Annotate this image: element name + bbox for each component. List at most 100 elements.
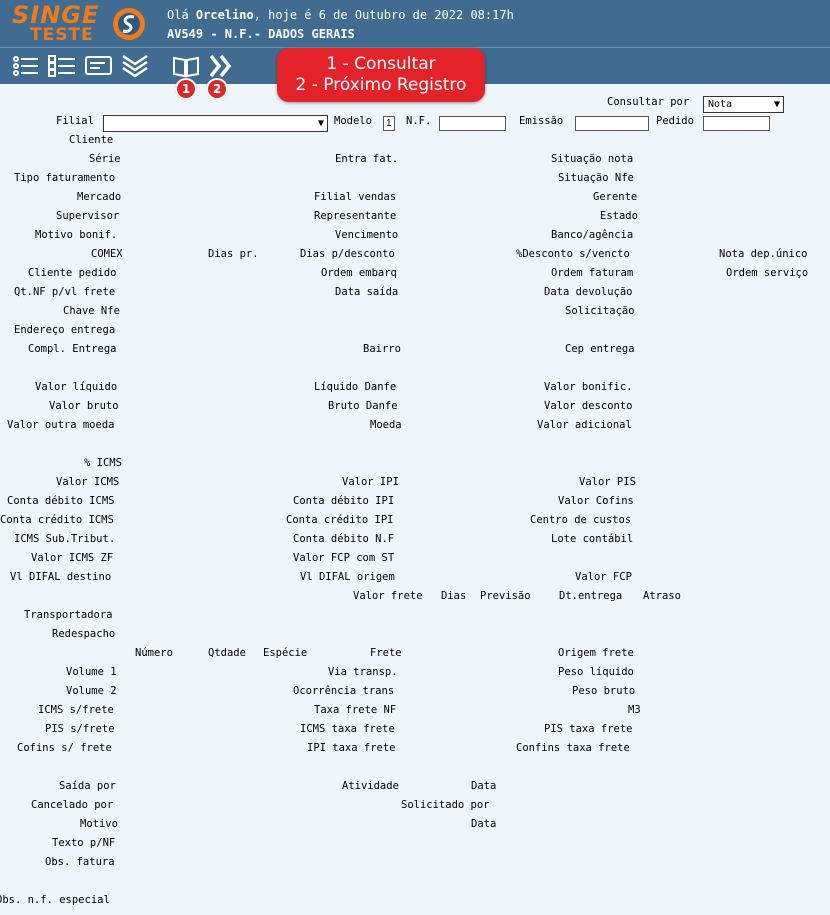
label-conta-debito-nf: Conta débito N.F xyxy=(293,533,395,545)
label-m3: M3 xyxy=(628,704,641,716)
label-cep-entrega: Cep entrega xyxy=(565,343,635,355)
emissao-label: Emissão xyxy=(519,115,564,127)
label-valor-liquido: Valor líquido xyxy=(35,381,118,393)
book-icon[interactable] xyxy=(172,54,200,78)
label-texto-nf: Texto p/NF xyxy=(52,837,116,849)
label-especie: Espécie xyxy=(263,647,308,659)
label-volume1: Volume 1 xyxy=(66,666,117,678)
label-representante: Representante xyxy=(314,210,397,222)
label-cofins-frete: Cofins s/ frete xyxy=(17,742,112,754)
label-data2: Data xyxy=(471,818,497,830)
screen-title: AV549 - N.F.- DADOS GERAIS xyxy=(167,27,355,41)
label-saida-por: Saída por xyxy=(59,780,116,792)
label-bairro: Bairro xyxy=(363,343,401,355)
label-pis-frete: PIS s/frete xyxy=(45,723,115,735)
label-nota-dep-unico: Nota dep.único xyxy=(719,248,808,260)
label-valor-bruto: Valor bruto xyxy=(49,400,119,412)
label-mercado: Mercado xyxy=(77,191,122,203)
callout-line2: 2 - Próximo Registro xyxy=(295,75,467,95)
label-estado: Estado xyxy=(600,210,638,222)
label-data-saida: Data saída xyxy=(335,286,399,298)
label-dt-entrega: Dt.entrega xyxy=(559,590,623,602)
cliente-label: Cliente xyxy=(69,134,114,146)
greeting-text: Olá Orcelino, hoje é 6 de Outubro de 202… xyxy=(167,8,514,22)
label-transportadora: Transportadora xyxy=(24,609,113,621)
label-numero: Número xyxy=(135,647,173,659)
label-icms-sub-tribut: ICMS Sub.Tribut. xyxy=(14,533,116,545)
label-valor-outra-moeda: Valor outra moeda xyxy=(7,419,115,431)
pedido-label: Pedido xyxy=(656,115,694,127)
label-valor-fcp-st: Valor FCP com ST xyxy=(293,552,395,564)
label-motivo-bonif: Motivo bonif. xyxy=(35,229,118,241)
label-obs-nf-especial: Obs. n.f. especial xyxy=(0,894,110,906)
annotation-callout: 1 - Consultar 2 - Próximo Registro xyxy=(277,48,485,102)
label-data-devolucao: Data devolução xyxy=(544,286,633,298)
label-valor-adicional: Valor adicional xyxy=(537,419,632,431)
label-via-transp: Via transp. xyxy=(328,666,398,678)
label-solicitacao: Solicitação xyxy=(565,305,635,317)
label-comex: COMEX xyxy=(91,248,123,260)
label-bruto-danfe: Bruto Danfe xyxy=(328,400,398,412)
label-serie: Série xyxy=(89,153,121,165)
label-atraso: Atraso xyxy=(643,590,681,602)
label-situacao-nota: Situação nota xyxy=(551,153,634,165)
list-icon[interactable] xyxy=(12,54,40,78)
pedido-field[interactable] xyxy=(703,116,770,131)
card-icon[interactable] xyxy=(85,54,113,78)
label-icms-taxa-frete: ICMS taxa frete xyxy=(300,723,395,735)
badge-consultar: 1 xyxy=(175,78,197,100)
label-dias: Dias xyxy=(441,590,467,602)
label-ordem-embarq: Ordem embarq xyxy=(321,267,397,279)
label-valor-desconto: Valor desconto xyxy=(544,400,633,412)
label-banco-agencia: Banco/agência xyxy=(551,229,634,241)
filial-select[interactable]: ▼ xyxy=(103,115,328,132)
label-compl-entrega: Compl. Entrega xyxy=(28,343,117,355)
label-lote-contabil: Lote contábil xyxy=(551,533,634,545)
label-ipi-taxa-frete: IPI taxa frete xyxy=(307,742,396,754)
label-pct-icms: % ICMS xyxy=(84,457,122,469)
label-entra-fat: Entra fat. xyxy=(335,153,399,165)
label-data1: Data xyxy=(471,780,497,792)
label-dias-pr: Dias pr. xyxy=(208,248,259,260)
label-peso-liquido: Peso líquido xyxy=(558,666,634,678)
label-supervisor: Supervisor xyxy=(56,210,120,222)
emissao-field[interactable] xyxy=(575,116,649,131)
label-filial-vendas: Filial vendas xyxy=(314,191,397,203)
label-motivo: Motivo xyxy=(80,818,118,830)
label-tipo-faturamento: Tipo faturamento xyxy=(14,172,116,184)
label-atividade: Atividade xyxy=(342,780,399,792)
label-liquido-danfe: Líquido Danfe xyxy=(314,381,397,393)
label-pis-taxa-frete: PIS taxa frete xyxy=(544,723,633,735)
next-icon[interactable] xyxy=(207,54,235,78)
label-moeda: Moeda xyxy=(370,419,402,431)
label-dias-desconto: Dias p/desconto xyxy=(300,248,395,260)
label-endereco-entrega: Endereço entrega xyxy=(14,324,116,336)
label-vencimento: Vencimento xyxy=(335,229,399,241)
label-valor-ipi: Valor IPI xyxy=(342,476,399,488)
label-confins-taxa-frete: Confins taxa frete xyxy=(516,742,630,754)
label-conta-debito-ipi: Conta débito IPI xyxy=(293,495,395,507)
consultar-por-select[interactable]: Nota ▼ xyxy=(703,96,784,113)
label-peso-bruto: Peso bruto xyxy=(572,685,636,697)
label-redespacho: Redespacho xyxy=(52,628,116,640)
label-centro-custos: Centro de custos xyxy=(530,514,632,526)
label-gerente: Gerente xyxy=(593,191,638,203)
collapse-icon[interactable] xyxy=(121,54,149,78)
label-cliente-pedido: Cliente pedido xyxy=(28,267,117,279)
label-valor-icms-zf: Valor ICMS ZF xyxy=(31,552,114,564)
label-valor-bonific: Valor bonific. xyxy=(544,381,633,393)
label-volume2: Volume 2 xyxy=(66,685,117,697)
label-valor-icms: Valor ICMS xyxy=(56,476,120,488)
label-qt-nf: Qt.NF p/vl frete xyxy=(14,286,116,298)
checklist-icon[interactable] xyxy=(48,54,76,78)
nf-field[interactable] xyxy=(439,116,506,131)
label-valor-frete: Valor frete xyxy=(353,590,423,602)
app-header: SINGE TESTE Olá Orcelino, hoje é 6 de Ou… xyxy=(0,0,830,47)
modelo-label: Modelo xyxy=(334,115,372,127)
label-taxa-frete-nf: Taxa frete NF xyxy=(314,704,397,716)
nf-label: N.F. xyxy=(406,115,432,127)
label-qtdade: Qtdade xyxy=(208,647,246,659)
label-ordem-servico: Ordem serviço xyxy=(726,267,809,279)
modelo-field[interactable] xyxy=(383,116,395,131)
label-cancelado-por: Cancelado por xyxy=(31,799,114,811)
